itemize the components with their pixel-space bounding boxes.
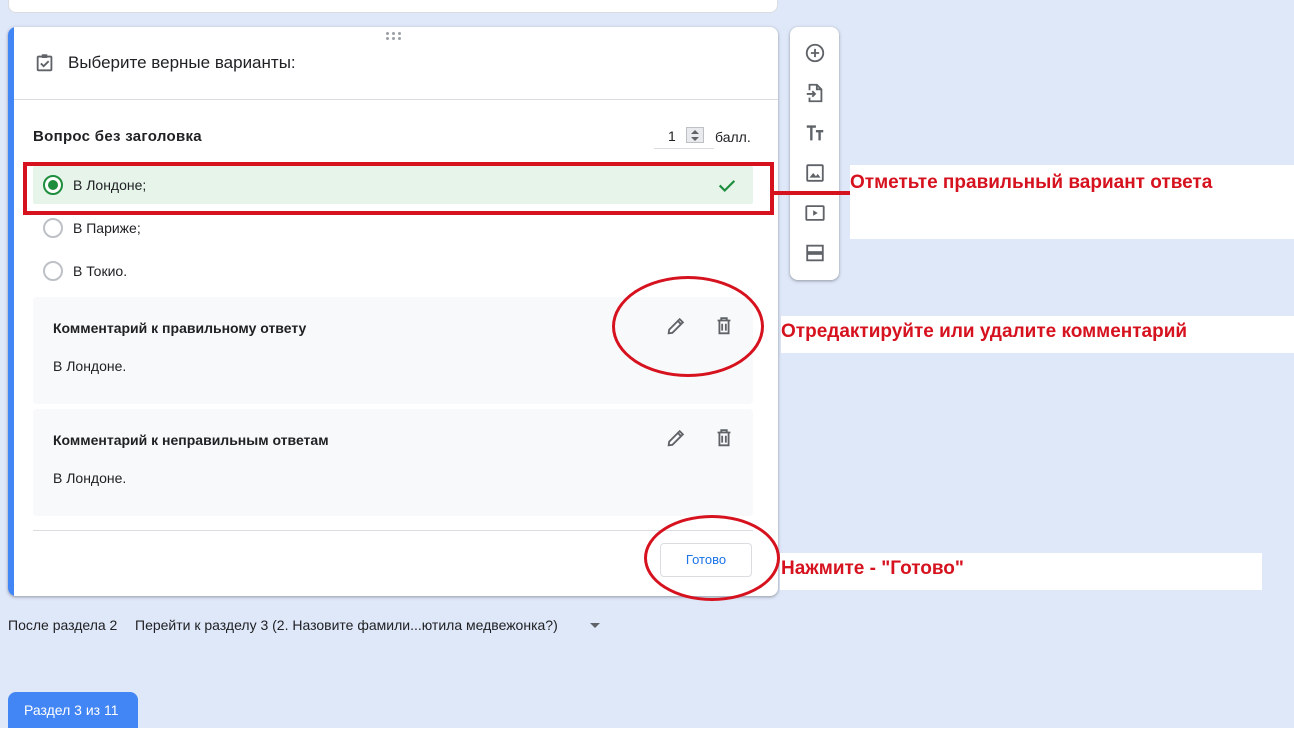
annotation-ellipse: [644, 515, 780, 601]
section-description: Выберите верные варианты:: [68, 53, 296, 72]
points-label: балл.: [715, 129, 751, 145]
points-input[interactable]: 1: [654, 123, 714, 149]
radio-icon[interactable]: [43, 218, 63, 238]
card-accent-bar: [8, 27, 14, 596]
delete-icon[interactable]: [710, 424, 738, 452]
chevron-down-icon[interactable]: [590, 623, 600, 628]
option-label: В Париже;: [73, 220, 141, 236]
edit-icon[interactable]: [662, 424, 690, 452]
radio-icon[interactable]: [43, 261, 63, 281]
card-header: Выберите верные варианты:: [14, 27, 778, 100]
add-title-icon[interactable]: [802, 120, 828, 146]
add-video-icon[interactable]: [802, 200, 828, 226]
add-image-icon[interactable]: [802, 160, 828, 186]
annotation-press-done: Нажмите - "Готово": [781, 558, 964, 579]
annotation-ellipse: [612, 276, 764, 377]
incorrect-answer-comment: Комментарий к неправильным ответам В Лон…: [33, 409, 753, 516]
import-questions-icon[interactable]: [802, 80, 828, 106]
comment-text: В Лондоне.: [53, 470, 127, 486]
divider: [33, 530, 753, 531]
annotation-correct-answer: Отметьте правильный вариант ответа: [850, 172, 1213, 193]
checkbox-checked-icon: [36, 54, 53, 72]
points-stepper[interactable]: [686, 127, 704, 143]
annotation-rectangle: [23, 162, 774, 215]
goto-section-select[interactable]: Перейти к разделу 3 (2. Назовите фамили.…: [135, 617, 558, 633]
add-question-icon[interactable]: [802, 40, 828, 66]
after-section-label: После раздела 2: [8, 617, 118, 633]
comment-title: Комментарий к правильному ответу: [53, 320, 307, 336]
comment-text: В Лондоне.: [53, 358, 127, 374]
annotation-connector: [774, 191, 852, 195]
question-title[interactable]: Вопрос без заголовка: [33, 128, 202, 145]
annotation-edit-comment: Отредактируйте или удалите комментарий: [781, 321, 1188, 342]
comment-title: Комментарий к неправильным ответам: [53, 432, 329, 448]
floating-toolbar: [790, 27, 839, 280]
section-tab[interactable]: Раздел 3 из 11: [8, 692, 138, 730]
option-label: В Токио.: [73, 263, 128, 279]
add-section-icon[interactable]: [802, 240, 828, 266]
previous-card: [8, 0, 778, 13]
points-value: 1: [668, 128, 676, 144]
